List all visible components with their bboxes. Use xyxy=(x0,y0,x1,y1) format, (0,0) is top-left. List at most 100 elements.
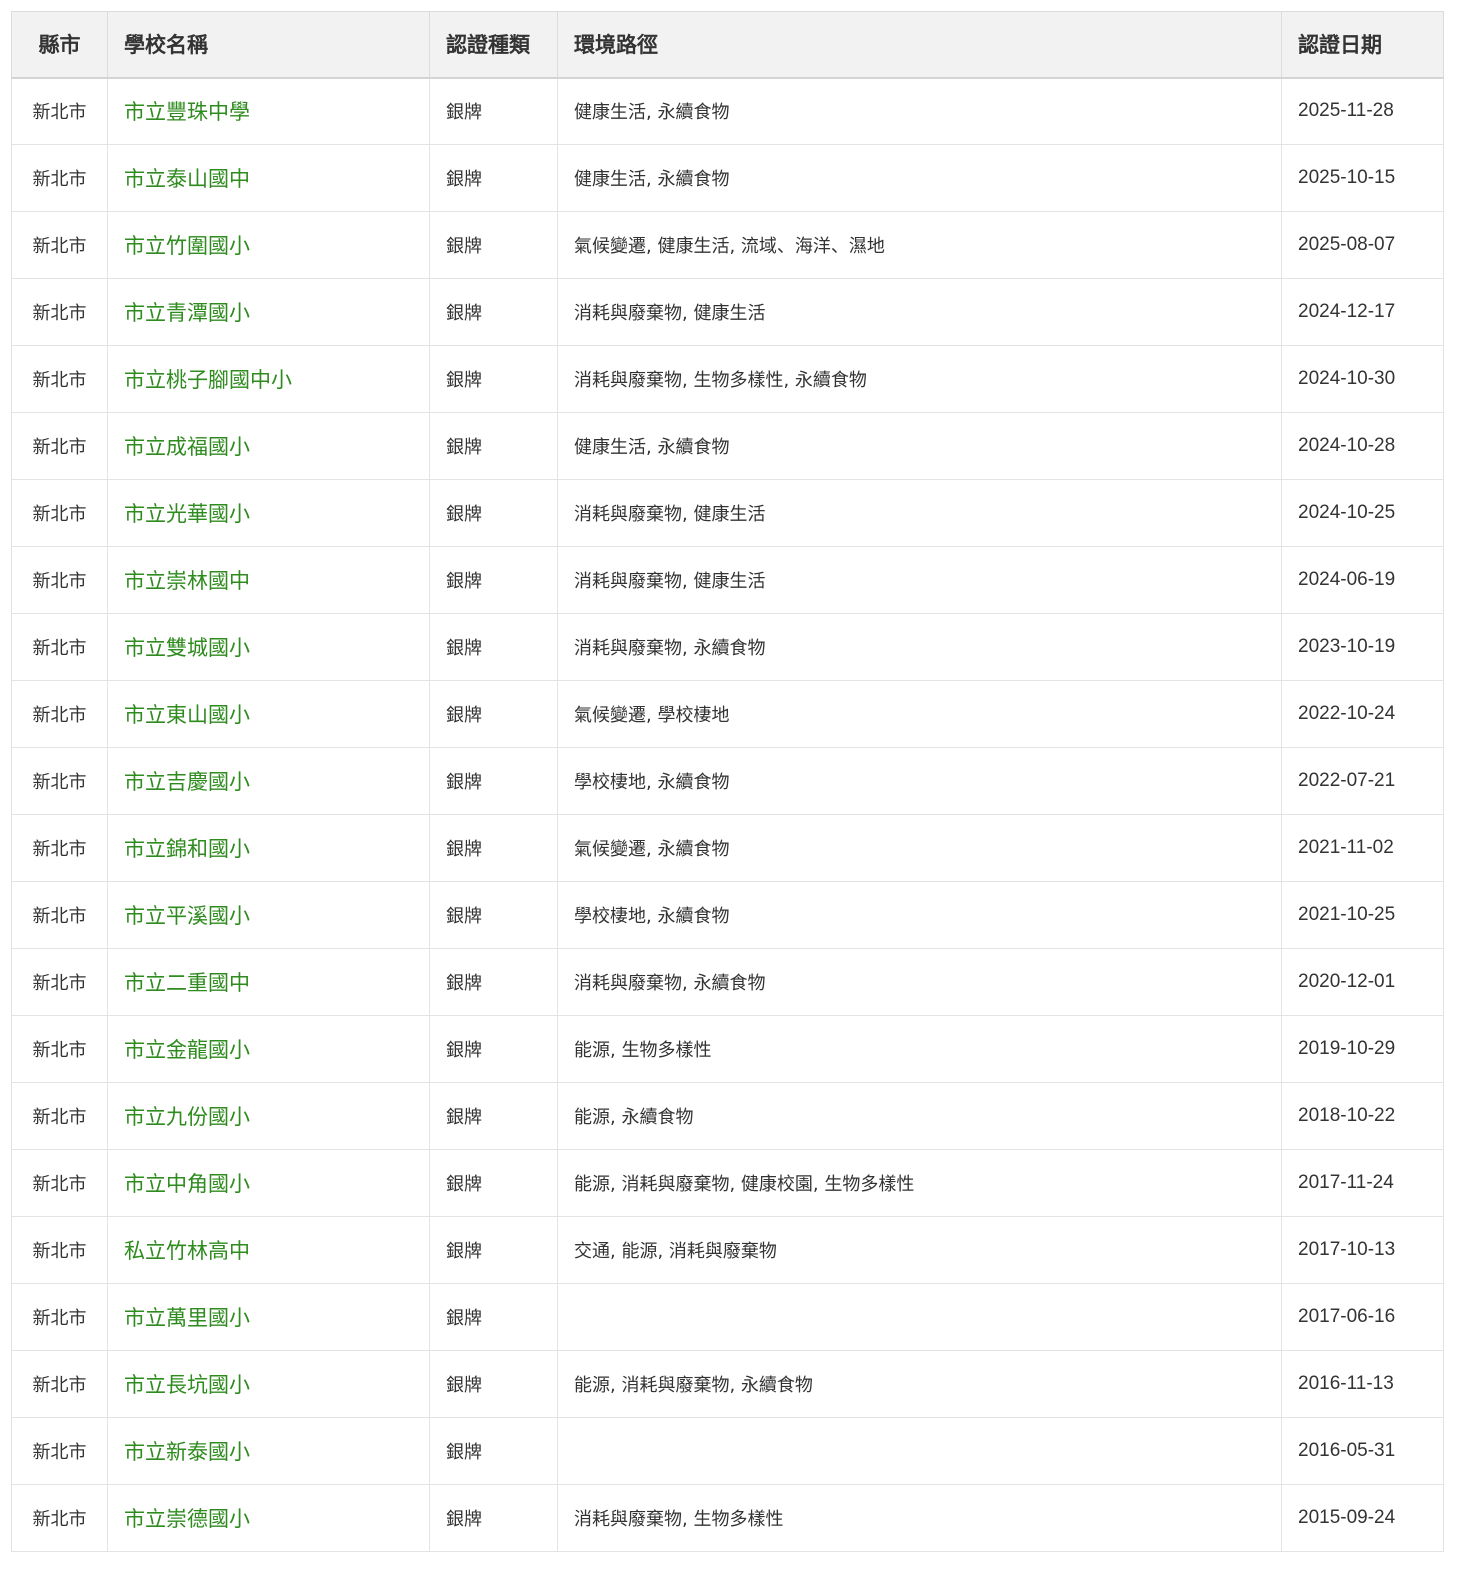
cell-cert-date: 2016-11-13 xyxy=(1281,1350,1444,1418)
cell-cert-type: 銀牌 xyxy=(429,278,558,346)
table-row: 新北市 市立雙城國小 銀牌 消耗與廢棄物, 永續食物 2023-10-19 xyxy=(11,613,1444,681)
cell-school: 私立竹林高中 xyxy=(107,1216,430,1284)
cell-county: 新北市 xyxy=(11,948,108,1016)
cell-env-paths: 學校棲地, 永續食物 xyxy=(557,747,1282,815)
cell-county: 新北市 xyxy=(11,1417,108,1485)
cell-county: 新北市 xyxy=(11,211,108,279)
cell-county: 新北市 xyxy=(11,546,108,614)
cell-school: 市立萬里國小 xyxy=(107,1283,430,1351)
school-link[interactable]: 市立崇林國中 xyxy=(124,569,250,593)
cell-env-paths: 消耗與廢棄物, 永續食物 xyxy=(557,613,1282,681)
school-link[interactable]: 市立雙城國小 xyxy=(124,636,250,660)
cell-school: 市立崇林國中 xyxy=(107,546,430,614)
cell-cert-date: 2021-11-02 xyxy=(1281,814,1444,882)
cell-county: 新北市 xyxy=(11,144,108,212)
school-link[interactable]: 市立青潭國小 xyxy=(124,301,250,325)
table-row: 新北市 市立竹圍國小 銀牌 氣候變遷, 健康生活, 流域、海洋、濕地 2025-08-0… xyxy=(11,211,1444,279)
school-link[interactable]: 市立成福國小 xyxy=(124,435,250,459)
school-link[interactable]: 市立新泰國小 xyxy=(124,1440,250,1464)
cell-cert-date: 2024-10-30 xyxy=(1281,345,1444,413)
header-cert-date[interactable]: 認證日期 xyxy=(1281,11,1444,79)
table-row: 新北市 市立東山國小 銀牌 氣候變遷, 學校棲地 2022-10-24 xyxy=(11,680,1444,748)
table-row: 新北市 市立萬里國小 銀牌 2017-06-16 xyxy=(11,1283,1444,1351)
school-link[interactable]: 市立萬里國小 xyxy=(124,1306,250,1330)
cell-school: 市立光華國小 xyxy=(107,479,430,547)
header-school-name[interactable]: 學校名稱 xyxy=(107,11,430,79)
cell-env-paths: 消耗與廢棄物, 健康生活 xyxy=(557,546,1282,614)
cell-cert-date: 2024-06-19 xyxy=(1281,546,1444,614)
certification-table-container: 縣市 學校名稱 認證種類 環境路徑 認證日期 新北市 市立豐珠中學 銀牌 健康生活, … xyxy=(11,11,1444,1552)
cell-env-paths: 氣候變遷, 健康生活, 流域、海洋、濕地 xyxy=(557,211,1282,279)
header-env-paths[interactable]: 環境路徑 xyxy=(557,11,1282,79)
cell-cert-type: 銀牌 xyxy=(429,680,558,748)
table-row: 新北市 市立泰山國中 銀牌 健康生活, 永續食物 2025-10-15 xyxy=(11,144,1444,212)
cell-env-paths: 氣候變遷, 學校棲地 xyxy=(557,680,1282,748)
table-row: 新北市 市立金龍國小 銀牌 能源, 生物多樣性 2019-10-29 xyxy=(11,1015,1444,1083)
school-link[interactable]: 市立桃子腳國中小 xyxy=(124,368,292,392)
cell-cert-type: 銀牌 xyxy=(429,814,558,882)
school-link[interactable]: 市立吉慶國小 xyxy=(124,770,250,794)
table-header-row: 縣市 學校名稱 認證種類 環境路徑 認證日期 xyxy=(11,11,1444,79)
school-link[interactable]: 市立二重國中 xyxy=(124,971,250,995)
school-link[interactable]: 市立平溪國小 xyxy=(124,904,250,928)
cell-cert-type: 銀牌 xyxy=(429,1149,558,1217)
cell-cert-date: 2023-10-19 xyxy=(1281,613,1444,681)
cell-cert-date: 2016-05-31 xyxy=(1281,1417,1444,1485)
school-link[interactable]: 市立豐珠中學 xyxy=(124,100,250,124)
school-link[interactable]: 市立中角國小 xyxy=(124,1172,250,1196)
cell-school: 市立崇德國小 xyxy=(107,1484,430,1552)
school-link[interactable]: 市立光華國小 xyxy=(124,502,250,526)
header-county[interactable]: 縣市 xyxy=(11,11,108,79)
school-link[interactable]: 私立竹林高中 xyxy=(124,1239,250,1263)
cell-school: 市立豐珠中學 xyxy=(107,77,430,145)
cell-cert-type: 銀牌 xyxy=(429,1082,558,1150)
table-row: 新北市 市立吉慶國小 銀牌 學校棲地, 永續食物 2022-07-21 xyxy=(11,747,1444,815)
cell-env-paths: 健康生活, 永續食物 xyxy=(557,77,1282,145)
school-link[interactable]: 市立九份國小 xyxy=(124,1105,250,1129)
school-link[interactable]: 市立泰山國中 xyxy=(124,167,250,191)
cell-county: 新北市 xyxy=(11,881,108,949)
cell-school: 市立成福國小 xyxy=(107,412,430,480)
cell-env-paths: 交通, 能源, 消耗與廢棄物 xyxy=(557,1216,1282,1284)
header-cert-type[interactable]: 認證種類 xyxy=(429,11,558,79)
cell-county: 新北市 xyxy=(11,479,108,547)
school-link[interactable]: 市立錦和國小 xyxy=(124,837,250,861)
cell-cert-type: 銀牌 xyxy=(429,77,558,145)
cell-county: 新北市 xyxy=(11,1350,108,1418)
cell-cert-type: 銀牌 xyxy=(429,412,558,480)
cell-env-paths: 消耗與廢棄物, 生物多樣性 xyxy=(557,1484,1282,1552)
cell-env-paths xyxy=(557,1417,1282,1485)
cell-county: 新北市 xyxy=(11,680,108,748)
cell-school: 市立青潭國小 xyxy=(107,278,430,346)
cell-county: 新北市 xyxy=(11,1149,108,1217)
cell-cert-date: 2022-07-21 xyxy=(1281,747,1444,815)
cell-county: 新北市 xyxy=(11,814,108,882)
cell-school: 市立九份國小 xyxy=(107,1082,430,1150)
school-link[interactable]: 市立竹圍國小 xyxy=(124,234,250,258)
cell-cert-type: 銀牌 xyxy=(429,613,558,681)
cell-county: 新北市 xyxy=(11,278,108,346)
cell-school: 市立新泰國小 xyxy=(107,1417,430,1485)
school-link[interactable]: 市立崇德國小 xyxy=(124,1507,250,1531)
cell-env-paths: 氣候變遷, 永續食物 xyxy=(557,814,1282,882)
cell-cert-date: 2024-12-17 xyxy=(1281,278,1444,346)
cell-env-paths: 能源, 消耗與廢棄物, 健康校園, 生物多樣性 xyxy=(557,1149,1282,1217)
cell-cert-date: 2021-10-25 xyxy=(1281,881,1444,949)
cell-county: 新北市 xyxy=(11,613,108,681)
cell-env-paths: 消耗與廢棄物, 生物多樣性, 永續食物 xyxy=(557,345,1282,413)
school-link[interactable]: 市立長坑國小 xyxy=(124,1373,250,1397)
cell-cert-date: 2024-10-25 xyxy=(1281,479,1444,547)
cell-cert-type: 銀牌 xyxy=(429,1015,558,1083)
cell-school: 市立雙城國小 xyxy=(107,613,430,681)
certification-table: 縣市 學校名稱 認證種類 環境路徑 認證日期 新北市 市立豐珠中學 銀牌 健康生活, … xyxy=(11,11,1444,1552)
cell-cert-type: 銀牌 xyxy=(429,211,558,279)
table-row: 新北市 市立青潭國小 銀牌 消耗與廢棄物, 健康生活 2024-12-17 xyxy=(11,278,1444,346)
table-row: 新北市 市立平溪國小 銀牌 學校棲地, 永續食物 2021-10-25 xyxy=(11,881,1444,949)
cell-env-paths: 學校棲地, 永續食物 xyxy=(557,881,1282,949)
school-link[interactable]: 市立東山國小 xyxy=(124,703,250,727)
cell-county: 新北市 xyxy=(11,345,108,413)
school-link[interactable]: 市立金龍國小 xyxy=(124,1038,250,1062)
cell-env-paths: 健康生活, 永續食物 xyxy=(557,412,1282,480)
cell-county: 新北市 xyxy=(11,1082,108,1150)
cell-county: 新北市 xyxy=(11,77,108,145)
